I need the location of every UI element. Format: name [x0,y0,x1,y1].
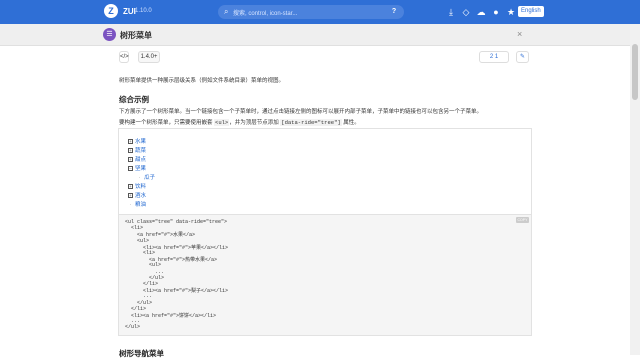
search-icon: ⌕ [224,7,229,16]
bullet-icon: · [129,202,132,208]
intro-text: 树形菜单提供一种展示层级关系（例如文件系统目录）菜单的视图。 [119,78,285,84]
diamond-icon[interactable]: ◇ [460,6,472,18]
close-icon[interactable]: × [517,29,522,39]
page-title: 树形菜单 [120,31,152,40]
copy-button[interactable]: COPY [516,217,529,223]
code-line: <li> [125,250,156,256]
tree-item[interactable]: + 水果 [128,137,146,145]
version-tag: 1.4.0+ [138,51,160,63]
brand-name[interactable]: ZUI [123,7,136,16]
version-label: 1.10.0 [135,8,152,14]
search-box[interactable]: ⌕ 搜索, control, icon-star... ? [218,5,404,19]
code-line: </li> [125,305,147,312]
zui-logo[interactable]: Z [104,4,118,18]
code-icon[interactable]: </> [119,51,129,63]
code-line: </ul> [125,299,153,306]
section-title: 综合示例 [119,95,149,104]
download-icon[interactable]: ⤓ [445,6,457,18]
code-line: ... [125,318,141,325]
code-line: <li> [125,225,144,232]
tree-menu-icon: ☰ [103,28,116,41]
github-icon[interactable]: ● [490,6,502,18]
search-help-button[interactable]: ? [389,7,399,17]
code-line: </li> [125,281,159,287]
tree-item[interactable]: · 粮油 [128,200,146,208]
expand-icon[interactable]: + [128,184,133,190]
tree-item[interactable]: + 甜点 [128,155,146,163]
code-line: </ul> [125,324,141,331]
page-header [0,24,640,46]
bullet-icon: · [138,175,141,181]
language-switch[interactable]: English [518,6,544,17]
collapse-icon[interactable]: − [128,166,133,172]
scrollbar-thumb[interactable] [632,44,638,100]
code-line: <ul class="tree" data-ride="tree"> [125,219,228,225]
expand-icon[interactable]: + [128,148,133,154]
section-paragraph-2: 要构建一个树形菜单，只需要使用嵌套 <ul>，并为顶层节点添加 [data-ri… [119,119,360,126]
chat-icon[interactable]: ☁ [475,6,487,18]
star-icon[interactable]: ★ [505,6,517,18]
stats-badge[interactable]: 2 1 [479,51,509,63]
expand-icon[interactable]: + [128,139,133,145]
tree-item[interactable]: + 蔬菜 [128,146,146,154]
section-title-2: 树形导航菜单 [119,349,164,358]
code-line: <ul> [125,262,162,269]
search-input[interactable]: 搜索, control, icon-star... [233,8,297,17]
code-line: ... [125,268,165,275]
demo-box [118,128,532,214]
expand-icon[interactable]: + [128,157,133,163]
code-line: ... [125,293,153,300]
tree-item[interactable]: − 坚果 [128,164,146,172]
edit-icon[interactable]: ✎ [516,51,529,63]
section-paragraph: 下方展示了一个树形菜单。当一个链接包含一个子菜单时，通过点击链接左侧的图标可以展… [119,109,483,115]
scrollbar[interactable] [630,24,640,355]
expand-icon[interactable]: + [128,193,133,199]
code-line: </ul> [125,274,165,281]
tree-item[interactable]: + 酒水 [128,191,146,199]
tree-child-item[interactable]: · 瓜子 [137,173,155,181]
code-line: <ul> [125,237,150,244]
tree-item[interactable]: + 饮料 [128,182,146,190]
